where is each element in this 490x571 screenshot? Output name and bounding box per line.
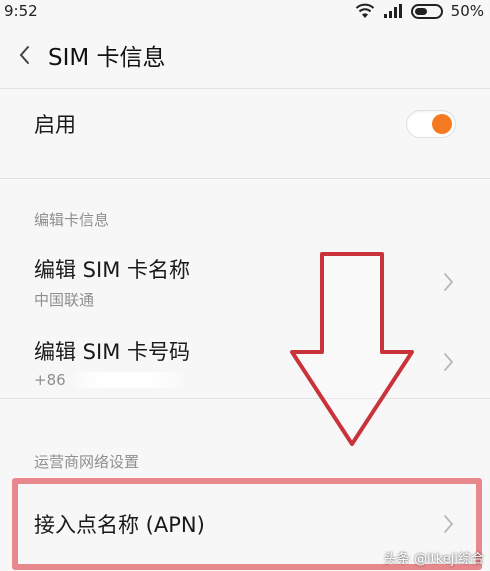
section-divider-1 bbox=[0, 178, 490, 179]
chevron-left-icon bbox=[19, 46, 29, 64]
status-time: 9:52 bbox=[4, 2, 38, 20]
edit-sim-number-sub: +86 bbox=[34, 371, 190, 389]
battery-fill bbox=[414, 7, 427, 15]
enable-toggle[interactable] bbox=[406, 110, 456, 138]
section-header-card-info: 编辑卡信息 bbox=[34, 211, 110, 229]
section-header-carrier: 运营商网络设置 bbox=[34, 453, 140, 471]
header-bar: SIM 卡信息 bbox=[0, 22, 490, 88]
watermark: 头条 @itkeji综合 bbox=[383, 552, 484, 567]
wifi-icon bbox=[355, 3, 374, 18]
back-button[interactable] bbox=[0, 31, 48, 79]
toggle-knob bbox=[432, 114, 452, 134]
page-title: SIM 卡信息 bbox=[48, 45, 166, 71]
enable-label: 启用 bbox=[34, 113, 76, 137]
edit-sim-number-text: 编辑 SIM 卡号码 +86 bbox=[34, 336, 190, 389]
edit-sim-number-label: 编辑 SIM 卡号码 bbox=[34, 339, 190, 364]
redacted-number bbox=[71, 372, 182, 388]
enable-row[interactable]: 启用 bbox=[0, 96, 490, 152]
signal-icon bbox=[383, 4, 402, 18]
status-bar: 9:52 50% bbox=[0, 0, 490, 22]
status-icons: 50% bbox=[355, 2, 484, 20]
battery-icon bbox=[410, 3, 443, 19]
chevron-right-icon bbox=[444, 273, 454, 291]
edit-sim-name-sub: 中国联通 bbox=[34, 291, 95, 309]
down-arrow-annotation bbox=[290, 252, 414, 446]
battery-percent: 50% bbox=[450, 2, 484, 20]
edit-sim-number-prefix: +86 bbox=[34, 370, 66, 389]
edit-sim-name-text: 编辑 SIM 卡名称 中国联通 bbox=[34, 254, 190, 310]
chevron-right-icon bbox=[444, 353, 454, 371]
edit-sim-name-label: 编辑 SIM 卡名称 bbox=[34, 258, 190, 282]
header-divider bbox=[0, 88, 490, 89]
